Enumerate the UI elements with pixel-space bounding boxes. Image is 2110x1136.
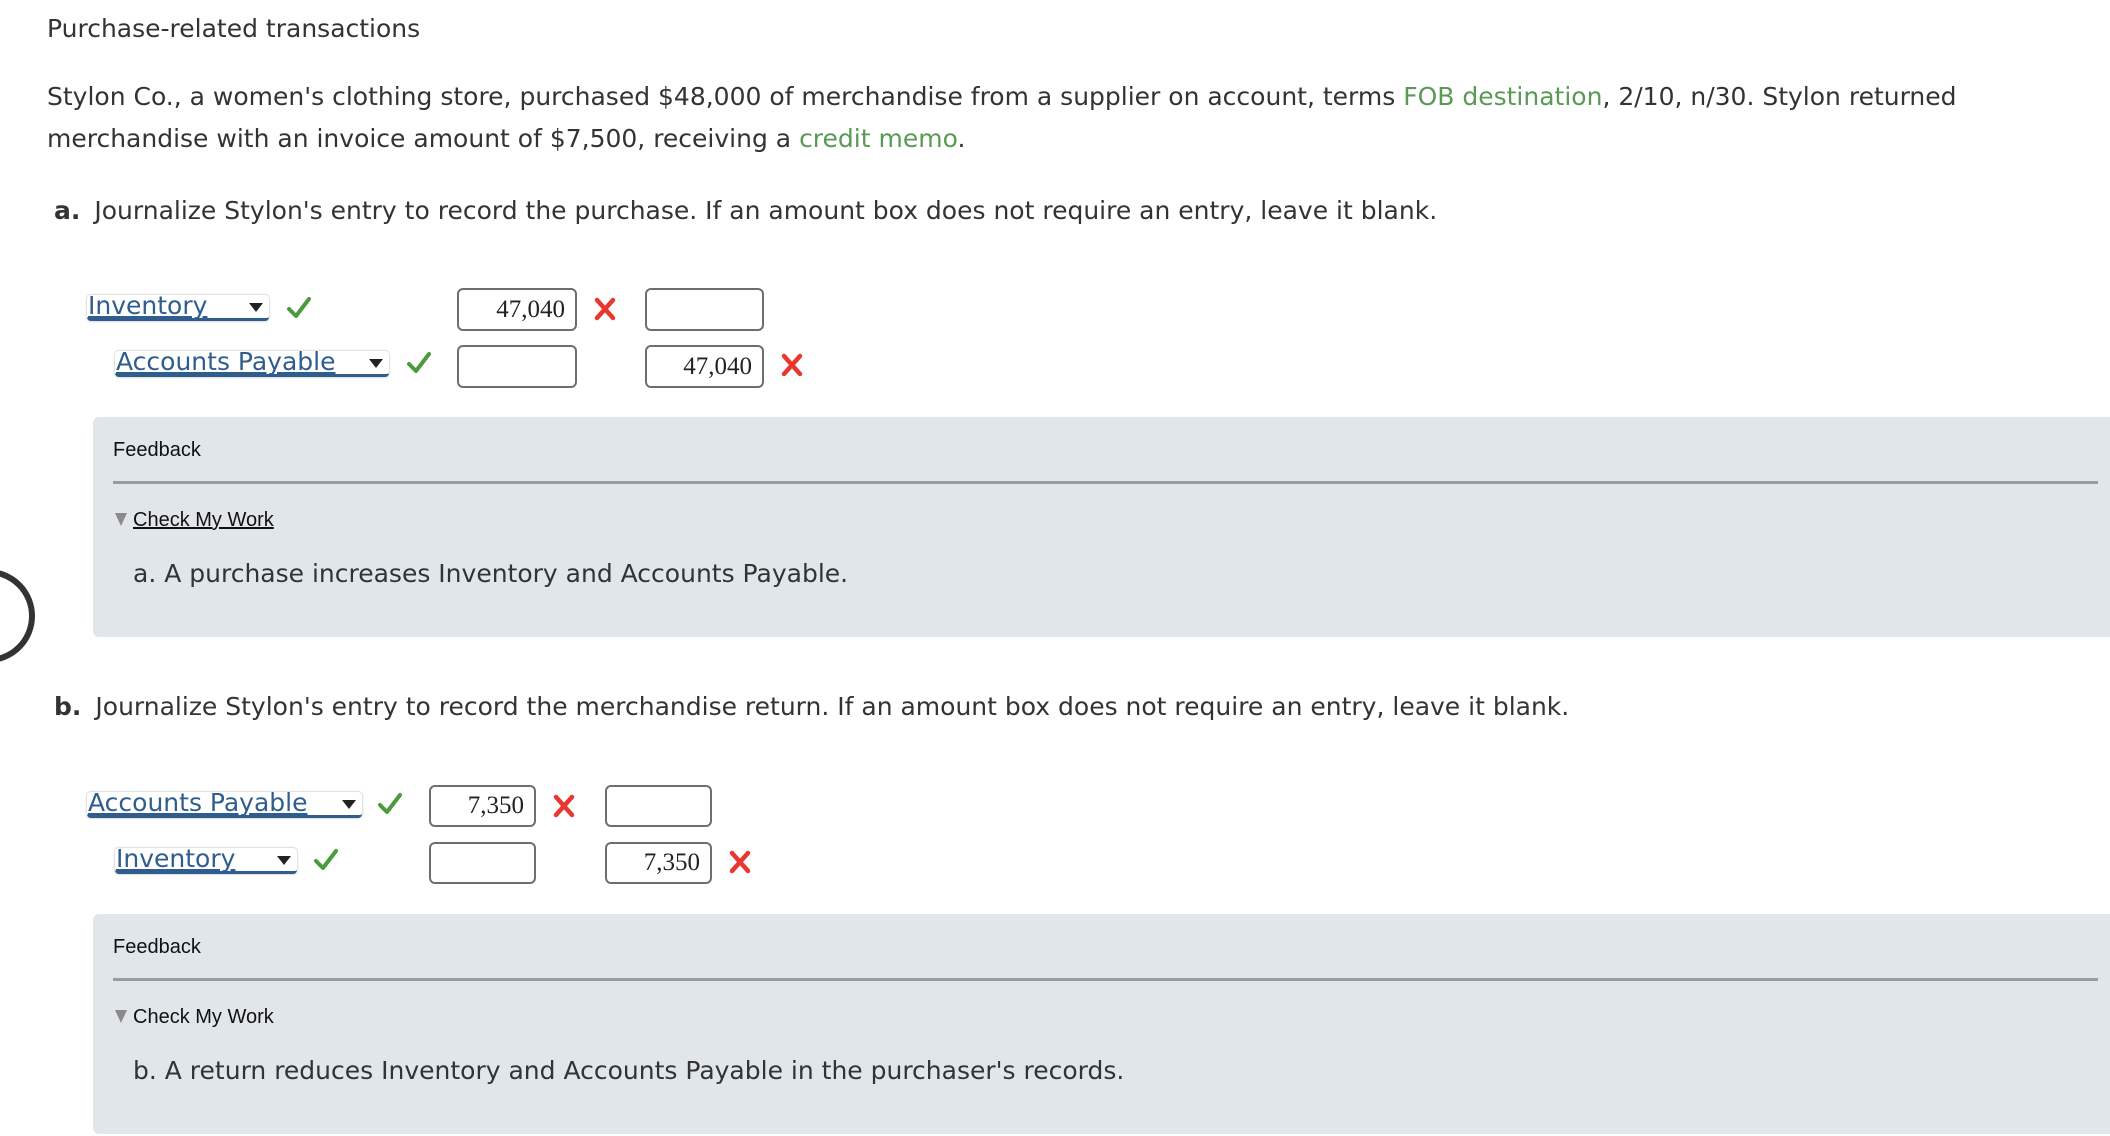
debit-input-a-row2[interactable] bbox=[457, 345, 577, 388]
debit-input-b-row2[interactable] bbox=[429, 842, 536, 884]
term-link-credit-memo[interactable]: credit memo bbox=[799, 124, 957, 153]
dropdown-arrow-icon bbox=[369, 359, 383, 368]
feedback-explanation: b. A return reduces Inventory and Accoun… bbox=[133, 1056, 1125, 1085]
feedback-divider bbox=[113, 978, 2098, 981]
feedback-heading: Feedback bbox=[113, 936, 201, 958]
question-b-text: Journalize Stylon's entry to record the … bbox=[95, 692, 1570, 721]
question-b-prompt: b. Journalize Stylon's entry to record th… bbox=[54, 692, 1569, 721]
intro-text-3: . bbox=[957, 124, 966, 153]
account-select-value: Inventory bbox=[116, 844, 236, 873]
account-select-value: Inventory bbox=[88, 291, 208, 320]
account-select-value: Accounts Payable bbox=[88, 788, 308, 817]
incorrect-x-icon bbox=[553, 794, 575, 818]
question-b-label: b. bbox=[54, 692, 82, 721]
navigation-circle-button[interactable] bbox=[0, 569, 35, 663]
correct-check-icon bbox=[378, 793, 402, 814]
debit-input-a-row1[interactable] bbox=[457, 288, 577, 331]
feedback-explanation: a. A purchase increases Inventory and Ac… bbox=[133, 559, 849, 588]
feedback-panel-a: Feedback Check My Work a. A purchase inc… bbox=[93, 417, 2110, 637]
check-my-work-toggle[interactable]: Check My Work bbox=[133, 1006, 274, 1029]
credit-input-b-row2[interactable] bbox=[605, 842, 712, 884]
account-select-a-row2[interactable]: Accounts Payable bbox=[115, 347, 389, 377]
dropdown-arrow-icon bbox=[342, 800, 356, 809]
debit-input-b-row1[interactable] bbox=[429, 785, 536, 827]
correct-check-icon bbox=[287, 297, 311, 318]
feedback-panel-b: Feedback Check My Work b. A return reduc… bbox=[93, 914, 2110, 1134]
correct-check-icon bbox=[314, 849, 338, 870]
feedback-heading: Feedback bbox=[113, 439, 201, 461]
question-a-prompt: a. Journalize Stylon's entry to record th… bbox=[54, 196, 1437, 225]
incorrect-x-icon bbox=[781, 353, 803, 377]
credit-input-b-row1[interactable] bbox=[605, 785, 712, 827]
page-title: Purchase-related transactions bbox=[47, 14, 421, 43]
correct-check-icon bbox=[407, 352, 431, 373]
problem-statement: Stylon Co., a women's clothing store, pu… bbox=[47, 76, 2087, 160]
expand-triangle-icon[interactable] bbox=[115, 513, 127, 526]
account-select-value: Accounts Payable bbox=[116, 347, 336, 376]
credit-input-a-row2[interactable] bbox=[645, 345, 764, 388]
term-link-fob-destination[interactable]: FOB destination bbox=[1403, 82, 1602, 111]
feedback-divider bbox=[113, 481, 2098, 484]
incorrect-x-icon bbox=[594, 297, 616, 321]
question-a-label: a. bbox=[54, 196, 81, 225]
expand-triangle-icon[interactable] bbox=[115, 1010, 127, 1023]
dropdown-arrow-icon bbox=[277, 856, 291, 865]
account-select-b-row1[interactable]: Accounts Payable bbox=[87, 788, 362, 818]
question-a-text: Journalize Stylon's entry to record the … bbox=[94, 196, 1438, 225]
credit-input-a-row1[interactable] bbox=[645, 288, 764, 331]
account-select-a-row1[interactable]: Inventory bbox=[87, 291, 269, 321]
dropdown-arrow-icon bbox=[249, 303, 263, 312]
check-my-work-toggle[interactable]: Check My Work bbox=[133, 509, 274, 532]
intro-text-1: Stylon Co., a women's clothing store, pu… bbox=[47, 82, 1404, 111]
account-select-b-row2[interactable]: Inventory bbox=[115, 844, 297, 874]
incorrect-x-icon bbox=[729, 850, 751, 874]
